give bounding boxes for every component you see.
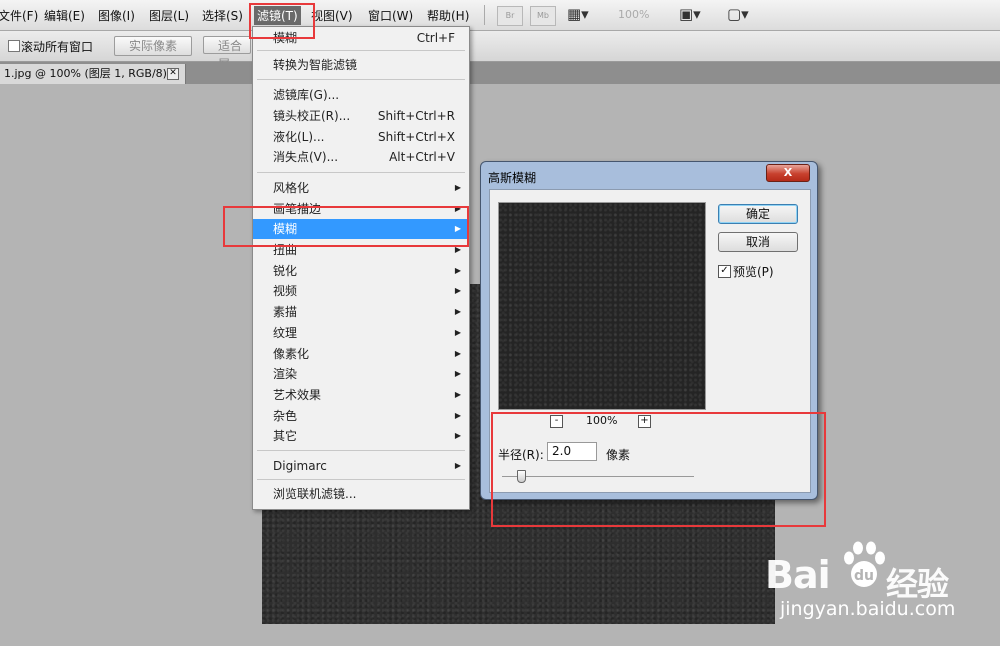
menu-item-label: 风格化: [273, 181, 310, 195]
annotation-box-blur: [223, 206, 469, 247]
menu-item-label: 视频: [273, 284, 298, 298]
menu-item-video[interactable]: 视频 ▶: [253, 281, 469, 301]
ok-button[interactable]: 确定: [718, 204, 798, 224]
menu-item-label: 渲染: [273, 367, 298, 381]
menu-item-label: 纹理: [273, 326, 298, 340]
menu-window[interactable]: 窗口(W): [368, 7, 413, 24]
chevron-right-icon: ▶: [454, 183, 461, 192]
menu-item-pixelate[interactable]: 像素化 ▶: [253, 344, 469, 364]
menu-item-label: 锐化: [273, 264, 298, 278]
menu-separator: [257, 50, 465, 51]
menu-item-label: 消失点(V)...: [273, 150, 339, 164]
menu-item-texture[interactable]: 纹理 ▶: [253, 323, 469, 343]
minibridge-icon[interactable]: Mb: [530, 6, 556, 26]
menu-separator: [257, 79, 465, 80]
document-tab[interactable]: 1.jpg @ 100% (图层 1, RGB/8) * ✕: [0, 64, 186, 84]
scroll-all-label: 滚动所有窗口: [21, 40, 94, 54]
chevron-right-icon: ▶: [454, 349, 461, 358]
menu-item-label: 其它: [273, 429, 298, 443]
menu-item-lens-correction[interactable]: 镜头校正(R)... Shift+Ctrl+R: [253, 106, 469, 126]
chevron-right-icon: ▶: [454, 266, 461, 275]
filter-preview[interactable]: [498, 202, 706, 410]
chevron-right-icon: ▶: [454, 307, 461, 316]
options-bar: 滚动所有窗口 实际像素 适合屏: [0, 31, 1000, 71]
scroll-all-checkbox[interactable]: [8, 40, 20, 52]
menu-view[interactable]: 视图(V): [311, 7, 353, 24]
svg-text:du: du: [854, 568, 874, 584]
menu-item-sharpen[interactable]: 锐化 ▶: [253, 261, 469, 281]
watermark-logo: Bai: [765, 553, 831, 597]
actual-pixels-button[interactable]: 实际像素: [114, 36, 192, 56]
document-tab-title: 1.jpg @ 100% (图层 1, RGB/8) *: [4, 67, 176, 80]
menu-item-label: 镜头校正(R)...: [273, 109, 351, 123]
menu-edit[interactable]: 编辑(E): [44, 7, 85, 24]
menu-item-gallery[interactable]: 滤镜库(G)...: [253, 85, 469, 105]
frame-icon[interactable]: ▦▾: [567, 5, 589, 23]
dialog-close-button[interactable]: X: [766, 164, 810, 182]
bridge-icon[interactable]: Br: [497, 6, 523, 26]
chevron-right-icon: ▶: [454, 461, 461, 470]
baidu-paw-icon: du: [844, 541, 885, 587]
menu-item-stylize[interactable]: 风格化 ▶: [253, 178, 469, 198]
toolbar-separator: [484, 5, 485, 25]
menu-item-label: Digimarc: [273, 459, 327, 473]
menu-item-render[interactable]: 渲染 ▶: [253, 364, 469, 384]
menu-item-sketch[interactable]: 素描 ▶: [253, 302, 469, 322]
menu-item-label: 素描: [273, 305, 298, 319]
menu-item-liquify[interactable]: 液化(L)... Shift+Ctrl+X: [253, 127, 469, 147]
fit-screen-button[interactable]: 适合屏: [203, 36, 251, 71]
menu-item-label: 艺术效果: [273, 388, 322, 402]
chevron-right-icon: ▶: [454, 390, 461, 399]
menu-item-shortcut: Shift+Ctrl+X: [378, 130, 455, 144]
menu-item-label: 滤镜库(G)...: [273, 88, 340, 102]
dialog-title: 高斯模糊: [488, 171, 537, 185]
zoom-level[interactable]: 100%: [618, 8, 649, 21]
watermark-url: jingyan.baidu.com: [780, 598, 956, 620]
menu-separator: [257, 479, 465, 480]
menu-image[interactable]: 图像(I): [98, 7, 135, 24]
arrange-icon[interactable]: ▣▾: [679, 5, 701, 23]
chevron-right-icon: ▶: [454, 431, 461, 440]
menu-item-label: 像素化: [273, 347, 310, 361]
menu-item-convert-smart[interactable]: 转换为智能滤镜: [253, 55, 469, 75]
menu-item-artistic[interactable]: 艺术效果 ▶: [253, 385, 469, 405]
menu-file[interactable]: 文件(F): [0, 7, 38, 24]
menu-item-shortcut: Alt+Ctrl+V: [389, 150, 455, 164]
screen-mode-icon[interactable]: ▢▾: [727, 5, 749, 23]
document-tab-bar: 1.jpg @ 100% (图层 1, RGB/8) * ✕: [0, 62, 1000, 84]
preview-label: 预览(P): [733, 265, 774, 279]
menu-separator: [257, 172, 465, 173]
menu-item-shortcut: Shift+Ctrl+R: [377, 109, 455, 123]
chevron-right-icon: ▶: [454, 411, 461, 420]
cancel-button[interactable]: 取消: [718, 232, 798, 252]
chevron-right-icon: ▶: [454, 328, 461, 337]
chevron-right-icon: ▶: [454, 286, 461, 295]
preview-checkbox[interactable]: ✓: [718, 265, 731, 278]
annotation-box-radius: [491, 412, 826, 527]
menu-item-other[interactable]: 其它 ▶: [253, 426, 469, 446]
menu-item-shortcut: Ctrl+F: [416, 31, 455, 45]
menu-item-label: 转换为智能滤镜: [273, 58, 358, 72]
menu-separator: [257, 450, 465, 451]
annotation-box-filter-menu: [249, 3, 315, 39]
chevron-right-icon: ▶: [454, 369, 461, 378]
menu-help[interactable]: 帮助(H): [427, 7, 469, 24]
menu-item-browse-online[interactable]: 浏览联机滤镜...: [253, 484, 469, 504]
menu-item-vanishing-point[interactable]: 消失点(V)... Alt+Ctrl+V: [253, 147, 469, 167]
menu-item-label: 杂色: [273, 409, 298, 423]
menu-item-digimarc[interactable]: Digimarc ▶: [253, 456, 469, 476]
close-icon[interactable]: ✕: [167, 68, 179, 80]
menu-select[interactable]: 选择(S): [202, 7, 243, 24]
menu-layer[interactable]: 图层(L): [149, 7, 189, 24]
menu-bar: 文件(F) 编辑(E) 图像(I) 图层(L) 选择(S) 滤镜(T) 视图(V…: [0, 0, 1000, 31]
menu-item-noise[interactable]: 杂色 ▶: [253, 406, 469, 426]
menu-item-label: 液化(L)...: [273, 130, 325, 144]
menu-item-label: 浏览联机滤镜...: [273, 487, 357, 501]
checkmark-icon: ✓: [720, 265, 729, 276]
filter-menu: 模糊 Ctrl+F 转换为智能滤镜 滤镜库(G)... 镜头校正(R)... S…: [252, 26, 470, 510]
